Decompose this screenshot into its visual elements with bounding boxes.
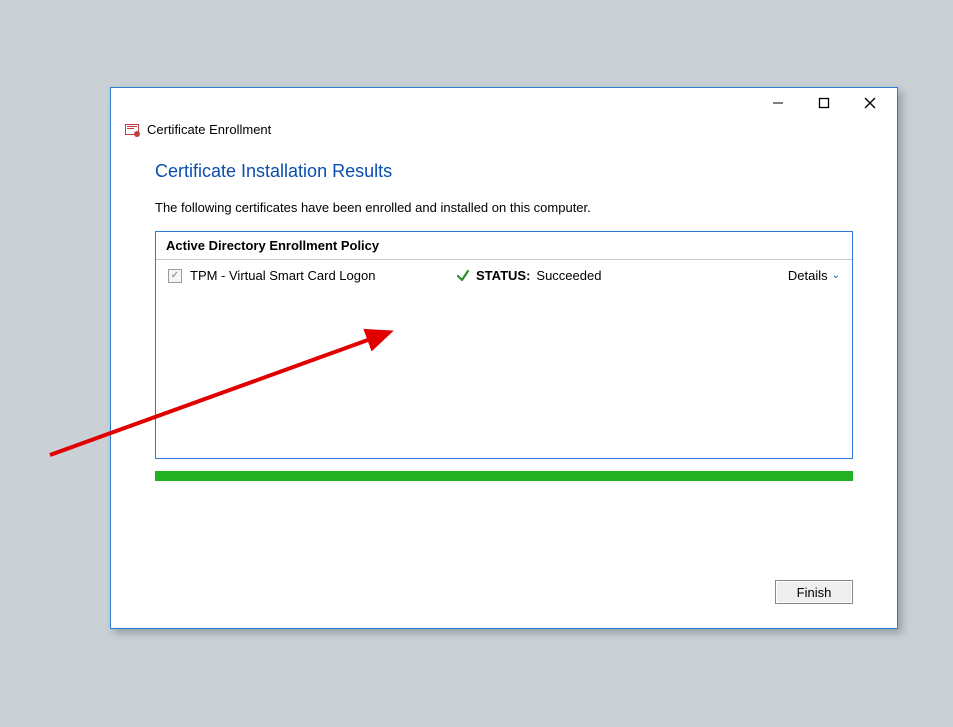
titlebar — [111, 88, 897, 118]
policy-title: Active Directory Enrollment Policy — [156, 232, 852, 260]
app-header: Certificate Enrollment — [111, 118, 897, 147]
content-area: Certificate Installation Results The fol… — [111, 147, 897, 481]
page-title: Certificate Installation Results — [155, 161, 853, 182]
finish-button[interactable]: Finish — [775, 580, 853, 604]
certificate-name: TPM - Virtual Smart Card Logon — [190, 268, 375, 283]
wizard-window: Certificate Enrollment Certificate Insta… — [110, 87, 898, 629]
policy-box: Active Directory Enrollment Policy ✓ TPM… — [155, 231, 853, 459]
certificate-icon — [125, 123, 141, 137]
close-button[interactable] — [847, 88, 893, 118]
status-check-icon — [456, 269, 470, 283]
certificate-row: ✓ TPM - Virtual Smart Card Logon STATUS:… — [156, 260, 852, 291]
status-value: Succeeded — [536, 268, 601, 283]
checkmark-icon: ✓ — [171, 271, 179, 281]
footer: Finish — [775, 580, 853, 604]
app-title: Certificate Enrollment — [147, 122, 271, 137]
progress-bar — [155, 471, 853, 481]
details-label: Details — [788, 268, 828, 283]
checkbox-icon[interactable]: ✓ — [168, 269, 182, 283]
page-description: The following certificates have been enr… — [155, 200, 853, 215]
minimize-button[interactable] — [755, 88, 801, 118]
maximize-button[interactable] — [801, 88, 847, 118]
details-toggle[interactable]: Details ⌄ — [788, 268, 840, 283]
status-label: STATUS: — [476, 268, 530, 283]
chevron-down-icon: ⌄ — [832, 270, 840, 281]
